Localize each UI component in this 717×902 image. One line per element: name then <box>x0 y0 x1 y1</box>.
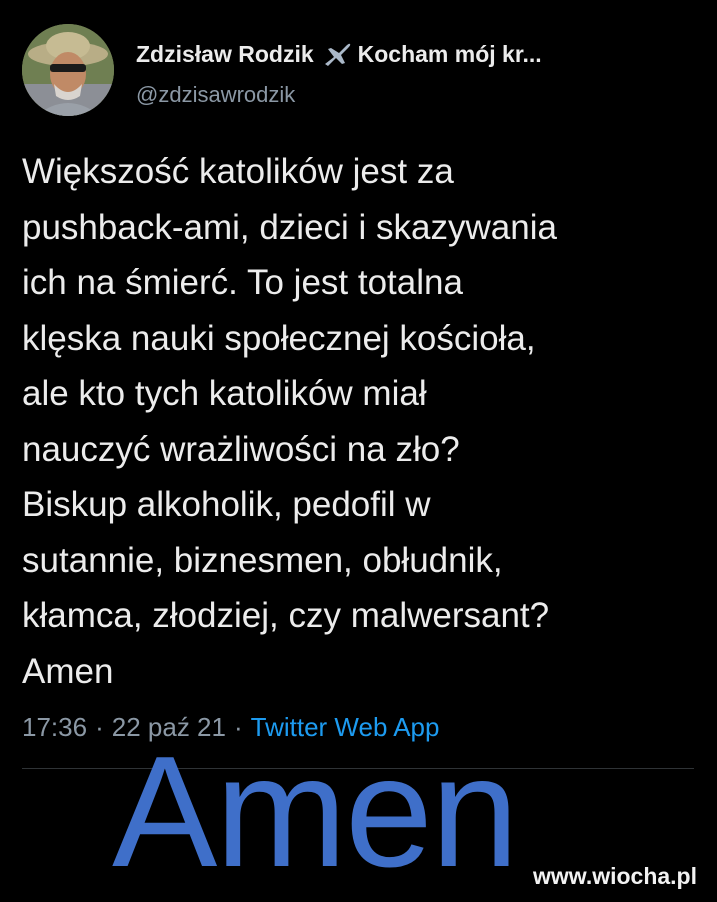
tweet-text-line: ich na śmierć. To jest totalna <box>22 263 463 302</box>
tweet-text-line: klęska nauki społecznej kościoła, <box>22 318 536 358</box>
tweet-text-line: sutannie, biznesmen, obłudnik, <box>22 540 503 580</box>
author-handle[interactable]: @zdzisawrodzik <box>136 82 295 108</box>
tweet-text: Większość katolików jest za pushback-ami… <box>22 144 702 699</box>
avatar-image <box>22 24 114 116</box>
tweet-card: Zdzisław Rodzik Kocham mój kr... @zdzisa… <box>0 0 717 900</box>
author-name-line[interactable]: Zdzisław Rodzik Kocham mój kr... <box>136 38 542 70</box>
tweet-text-line: Większość katolików jest za <box>22 152 454 191</box>
tweet-text-line: pushback-ami, dzieci i skazywania <box>22 207 557 247</box>
tweet-text-line: nauczyć wrażliwości na zło? <box>22 429 460 469</box>
tweet-text-line: kłamca, złodziej, czy malwersant? <box>22 596 550 635</box>
avatar[interactable] <box>22 24 114 116</box>
watermark: www.wiocha.pl <box>533 863 697 889</box>
airplane-icon <box>322 40 352 68</box>
author-name-suffix[interactable]: Kocham mój kr... <box>358 41 542 68</box>
tweet-time[interactable]: 17:36 <box>22 712 87 743</box>
overlay-caption: Amen <box>112 724 519 900</box>
tweet-text-line: Biskup alkoholik, pedofil w <box>22 485 431 524</box>
tweet-text-line: ale kto tych katolików miał <box>22 374 427 413</box>
meta-separator: · <box>95 712 104 742</box>
author-display-name[interactable]: Zdzisław Rodzik <box>136 41 314 68</box>
tweet-text-line: Amen <box>22 651 114 691</box>
